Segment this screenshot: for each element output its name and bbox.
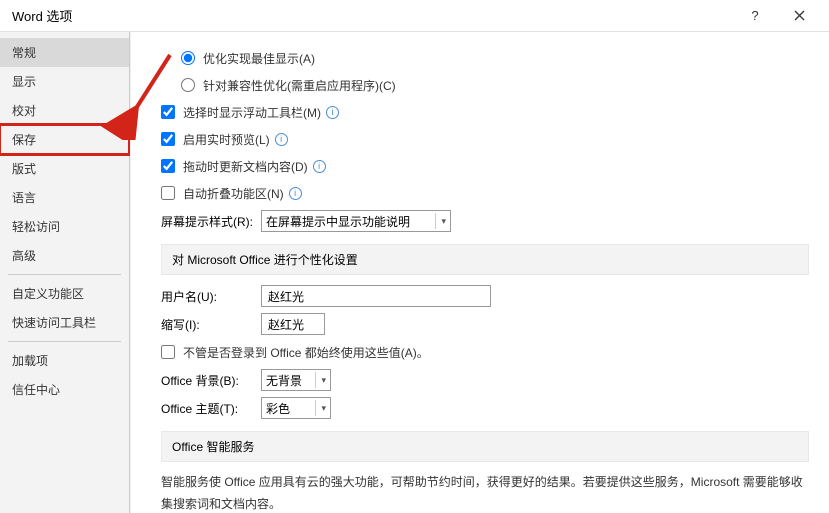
check-live-preview[interactable]	[161, 132, 175, 146]
check-always-use[interactable]	[161, 345, 175, 359]
screentip-select[interactable]: 在屏幕提示中显示功能说明 ▾	[261, 210, 451, 232]
close-icon	[794, 10, 805, 21]
sidebar: 常规 显示 校对 保存 版式 语言 轻松访问 高级 自定义功能区 快速访问工具栏…	[0, 32, 130, 513]
theme-label: Office 主题(T):	[161, 400, 261, 417]
info-icon[interactable]: i	[289, 187, 302, 200]
content-panel: 优化实现最佳显示(A) 针对兼容性优化(需重启应用程序)(C) 选择时显示浮动工…	[130, 32, 829, 513]
check-label: 自动折叠功能区(N)	[183, 185, 284, 202]
sidebar-item-general[interactable]: 常规	[0, 38, 129, 67]
caret-icon: ▾	[315, 372, 326, 388]
sidebar-item-advanced[interactable]: 高级	[0, 241, 129, 270]
sidebar-item-display[interactable]: 显示	[0, 67, 129, 96]
sidebar-item-addins[interactable]: 加载项	[0, 346, 129, 375]
sidebar-item-save[interactable]: 保存	[0, 125, 129, 154]
radio-label: 针对兼容性优化(需重启应用程序)(C)	[203, 77, 396, 94]
intelligence-description: 智能服务使 Office 应用具有云的强大功能，可帮助节约时间，获得更好的结果。…	[161, 472, 809, 513]
check-mini-toolbar[interactable]	[161, 105, 175, 119]
sidebar-item-quick-access[interactable]: 快速访问工具栏	[0, 308, 129, 337]
initials-label: 缩写(I):	[161, 316, 261, 333]
sidebar-item-language[interactable]: 语言	[0, 183, 129, 212]
sidebar-item-layout[interactable]: 版式	[0, 154, 129, 183]
sidebar-item-ease[interactable]: 轻松访问	[0, 212, 129, 241]
bg-label: Office 背景(B):	[161, 372, 261, 389]
check-update-content[interactable]	[161, 159, 175, 173]
theme-select[interactable]: 彩色 ▾	[261, 397, 331, 419]
section-intelligence: Office 智能服务	[161, 431, 809, 462]
info-icon[interactable]: i	[275, 133, 288, 146]
check-label: 不管是否登录到 Office 都始终使用这些值(A)。	[183, 344, 429, 361]
username-input[interactable]	[261, 285, 491, 307]
bg-select[interactable]: 无背景 ▾	[261, 369, 331, 391]
sidebar-item-proofing[interactable]: 校对	[0, 96, 129, 125]
sidebar-separator	[8, 274, 121, 275]
info-icon[interactable]: i	[313, 160, 326, 173]
window-title: Word 选项	[8, 6, 733, 25]
sidebar-separator	[8, 341, 121, 342]
radio-optimize-display[interactable]	[181, 51, 195, 65]
caret-icon: ▾	[315, 400, 326, 416]
sidebar-item-customize-ribbon[interactable]: 自定义功能区	[0, 279, 129, 308]
radio-label: 优化实现最佳显示(A)	[203, 50, 315, 67]
check-label: 启用实时预览(L)	[183, 131, 270, 148]
info-icon[interactable]: i	[326, 106, 339, 119]
initials-input[interactable]	[261, 313, 325, 335]
username-label: 用户名(U):	[161, 288, 261, 305]
close-button[interactable]	[777, 1, 821, 31]
check-label: 选择时显示浮动工具栏(M)	[183, 104, 321, 121]
screentip-label: 屏幕提示样式(R):	[161, 213, 261, 230]
sidebar-item-trust[interactable]: 信任中心	[0, 375, 129, 404]
caret-icon: ▾	[435, 213, 446, 229]
radio-optimize-compat[interactable]	[181, 78, 195, 92]
check-label: 拖动时更新文档内容(D)	[183, 158, 308, 175]
help-button[interactable]: ?	[733, 1, 777, 31]
section-personalize: 对 Microsoft Office 进行个性化设置	[161, 244, 809, 275]
titlebar: Word 选项 ?	[0, 0, 829, 32]
check-collapse-ribbon[interactable]	[161, 186, 175, 200]
